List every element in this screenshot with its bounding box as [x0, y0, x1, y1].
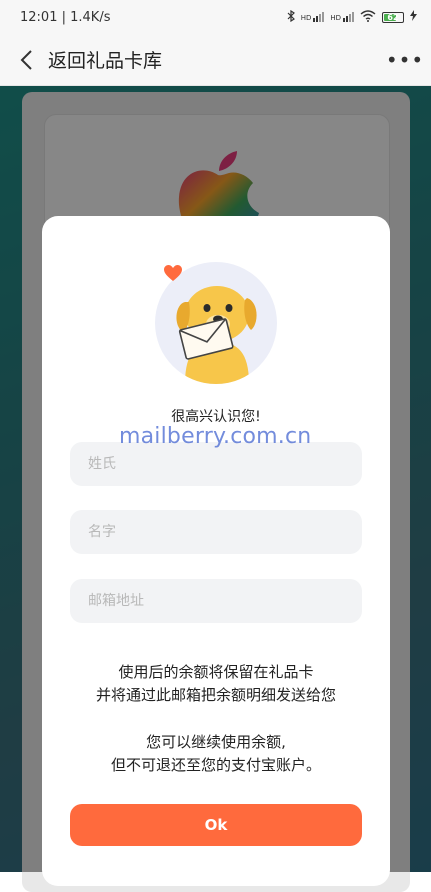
status-icons: HD HD 62	[287, 9, 417, 25]
ok-button[interactable]: Ok	[70, 804, 362, 846]
heart-icon	[164, 265, 182, 281]
charging-icon	[410, 10, 417, 24]
watermark-text: mailberry.com.cn	[119, 424, 312, 449]
wifi-icon	[360, 9, 376, 25]
notice-line-1: 使用后的余额将保留在礼品卡	[118, 663, 314, 681]
nav-title[interactable]: 返回礼品卡库	[48, 46, 162, 73]
signal-icon-1: HD	[301, 12, 325, 22]
notice-line-4: 但不可退还至您的支付宝账户。	[110, 756, 321, 774]
bluetooth-icon	[287, 9, 295, 25]
battery-icon: 62	[382, 11, 404, 23]
back-arrow-icon[interactable]	[6, 34, 46, 86]
email-input[interactable]	[70, 579, 362, 623]
notice-balance: 使用后的余额将保留在礼品卡 并将通过此邮箱把余额明细发送给您	[42, 661, 390, 707]
clock: 12:01	[20, 9, 58, 25]
envelope-icon	[178, 318, 234, 360]
hd-label-1: HD	[300, 14, 312, 22]
more-options-icon[interactable]: •••	[386, 48, 423, 72]
hd-label-2: HD	[330, 14, 341, 22]
status-time: 12:01 | 1.4K/s	[20, 9, 111, 25]
notice-line-3: 您可以继续使用余额,	[146, 733, 286, 751]
nav-bar: 返回礼品卡库 •••	[0, 34, 431, 86]
notice-refund: 您可以继续使用余额, 但不可退还至您的支付宝账户。	[42, 731, 390, 777]
email-dialog: 很高兴认识您! mailberry.com.cn 使用后的余额将保留在礼品卡 并…	[42, 216, 390, 886]
status-bar: 12:01 | 1.4K/s HD HD 62	[0, 0, 431, 34]
battery-level: 62	[387, 12, 399, 22]
notice-line-2: 并将通过此邮箱把余额明细发送给您	[95, 686, 336, 704]
signal-icon-2: HD	[330, 12, 354, 22]
network-speed: 1.4K/s	[70, 9, 111, 25]
name-input[interactable]	[70, 510, 362, 554]
greeting-text: 很高兴认识您!	[171, 409, 261, 425]
